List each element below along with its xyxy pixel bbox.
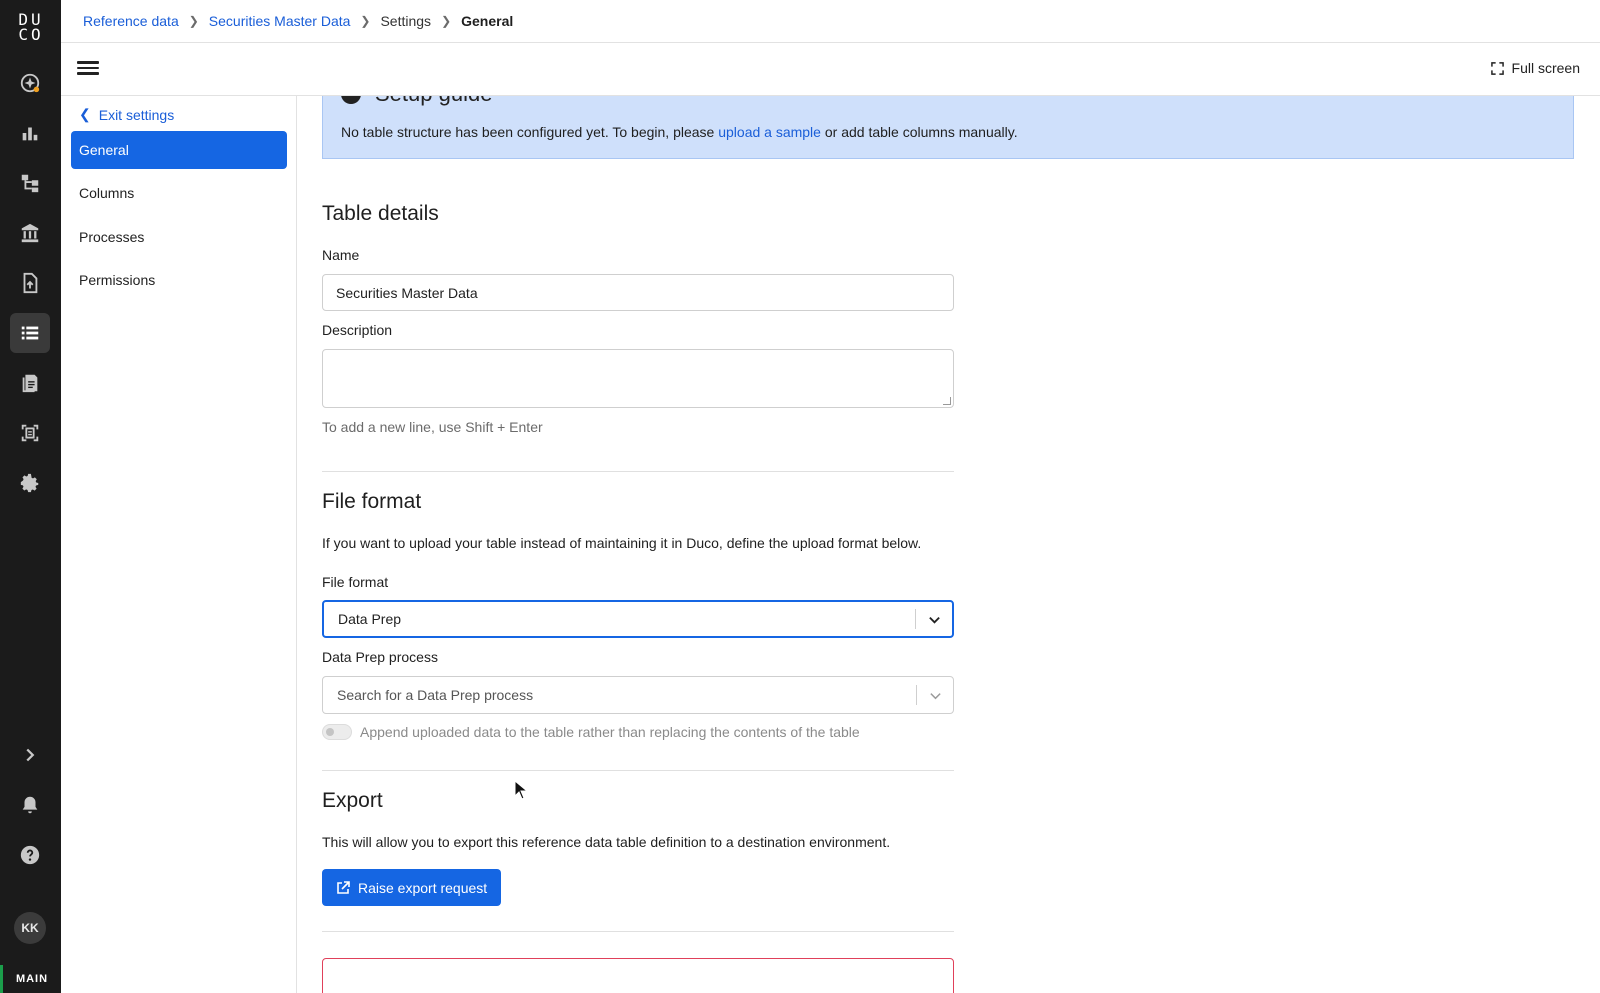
exit-settings-label: Exit settings bbox=[98, 106, 175, 123]
scan-icon[interactable] bbox=[10, 413, 50, 453]
file-format-heading: File format bbox=[322, 490, 422, 513]
upload-file-icon[interactable] bbox=[10, 263, 50, 303]
resize-handle[interactable] bbox=[943, 397, 951, 405]
data-prep-process-select[interactable]: Search for a Data Prep process bbox=[322, 676, 954, 714]
description-hint: To add a new line, use Shift + Enter bbox=[322, 419, 543, 435]
danger-zone bbox=[322, 958, 954, 993]
breadcrumb-current: General bbox=[461, 13, 514, 29]
setup-guide-text-after: or add table columns manually. bbox=[820, 124, 1018, 140]
description-textarea[interactable] bbox=[322, 349, 954, 408]
duco-logo[interactable]: DU CO bbox=[14, 12, 48, 43]
chevron-left-icon: ❮ bbox=[79, 106, 91, 122]
settings-nav-columns[interactable]: Columns bbox=[71, 174, 287, 212]
raise-export-request-label: Raise export request bbox=[358, 879, 488, 896]
bank-icon[interactable] bbox=[10, 213, 50, 253]
setup-guide-text-before: No table structure has been configured y… bbox=[341, 124, 719, 140]
environment-badge: MAIN bbox=[0, 965, 61, 993]
page-toolbar: Full screen bbox=[61, 43, 1600, 96]
breadcrumb-settings: Settings bbox=[380, 13, 432, 29]
breadcrumb-reference-data[interactable]: Reference data bbox=[83, 13, 179, 29]
file-format-select[interactable]: Data Prep bbox=[322, 600, 954, 638]
export-heading: Export bbox=[322, 789, 383, 812]
append-toggle[interactable] bbox=[322, 724, 352, 740]
append-toggle-row: Append uploaded data to the table rather… bbox=[322, 724, 860, 740]
name-input[interactable]: Securities Master Data bbox=[322, 274, 954, 311]
setup-guide-title-text: Setup guide bbox=[375, 96, 492, 107]
ai-assistant-icon[interactable] bbox=[10, 63, 50, 103]
upload-sample-link[interactable]: upload a sample bbox=[718, 124, 821, 140]
chevron-right-icon: ❯ bbox=[441, 14, 452, 28]
chevron-right-icon: ❯ bbox=[188, 14, 199, 28]
exit-settings-link[interactable]: ❮ Exit settings bbox=[79, 106, 174, 123]
setup-guide-banner: Setup guide No table structure has been … bbox=[322, 96, 1574, 159]
expand-icon[interactable] bbox=[10, 735, 50, 775]
menu-icon[interactable] bbox=[77, 58, 99, 80]
file-format-intro: If you want to upload your table instead… bbox=[322, 535, 922, 551]
app-rail: DU CO KK MAIN bbox=[0, 0, 61, 993]
setup-guide-icon bbox=[341, 96, 361, 104]
settings-nav-permissions[interactable]: Permissions bbox=[71, 261, 287, 299]
breadcrumb: Reference data ❯ Securities Master Data … bbox=[61, 0, 1600, 43]
description-label: Description bbox=[322, 322, 393, 338]
full-screen-button[interactable]: Full screen bbox=[1490, 60, 1580, 76]
help-icon[interactable] bbox=[10, 835, 50, 875]
fullscreen-icon bbox=[1490, 61, 1504, 75]
settings-nav-general[interactable]: General bbox=[71, 131, 287, 169]
table-details-heading: Table details bbox=[322, 202, 439, 225]
reports-icon[interactable] bbox=[10, 363, 50, 403]
reference-data-icon[interactable] bbox=[10, 313, 50, 353]
setup-guide-text: No table structure has been configured y… bbox=[341, 124, 1018, 140]
chevron-down-icon[interactable] bbox=[916, 613, 952, 626]
full-screen-label: Full screen bbox=[1511, 60, 1580, 76]
section-divider bbox=[322, 471, 954, 472]
user-avatar[interactable]: KK bbox=[14, 912, 46, 944]
data-prep-process-placeholder: Search for a Data Prep process bbox=[337, 687, 534, 703]
section-divider bbox=[322, 770, 954, 771]
settings-content: Setup guide No table structure has been … bbox=[297, 96, 1600, 993]
workflow-icon[interactable] bbox=[10, 163, 50, 203]
mouse-cursor-icon bbox=[514, 780, 528, 800]
file-format-value: Data Prep bbox=[338, 611, 402, 627]
settings-nav: ❮ Exit settings General Columns Processe… bbox=[61, 96, 297, 993]
chevron-right-icon: ❯ bbox=[360, 14, 371, 28]
bell-icon[interactable] bbox=[10, 785, 50, 825]
name-label: Name bbox=[322, 247, 360, 263]
settings-icon[interactable] bbox=[10, 463, 50, 503]
external-link-icon bbox=[337, 880, 350, 894]
setup-guide-title: Setup guide bbox=[341, 96, 492, 107]
data-prep-process-label: Data Prep process bbox=[322, 649, 438, 665]
breadcrumb-securities-master-data[interactable]: Securities Master Data bbox=[209, 13, 351, 29]
append-toggle-label: Append uploaded data to the table rather… bbox=[360, 724, 860, 740]
export-intro: This will allow you to export this refer… bbox=[322, 834, 891, 850]
file-format-label: File format bbox=[322, 574, 389, 590]
chevron-down-icon[interactable] bbox=[917, 689, 953, 702]
dashboard-icon[interactable] bbox=[10, 113, 50, 153]
settings-nav-processes[interactable]: Processes bbox=[71, 218, 287, 256]
raise-export-request-button[interactable]: Raise export request bbox=[322, 869, 502, 906]
section-divider bbox=[322, 931, 954, 932]
